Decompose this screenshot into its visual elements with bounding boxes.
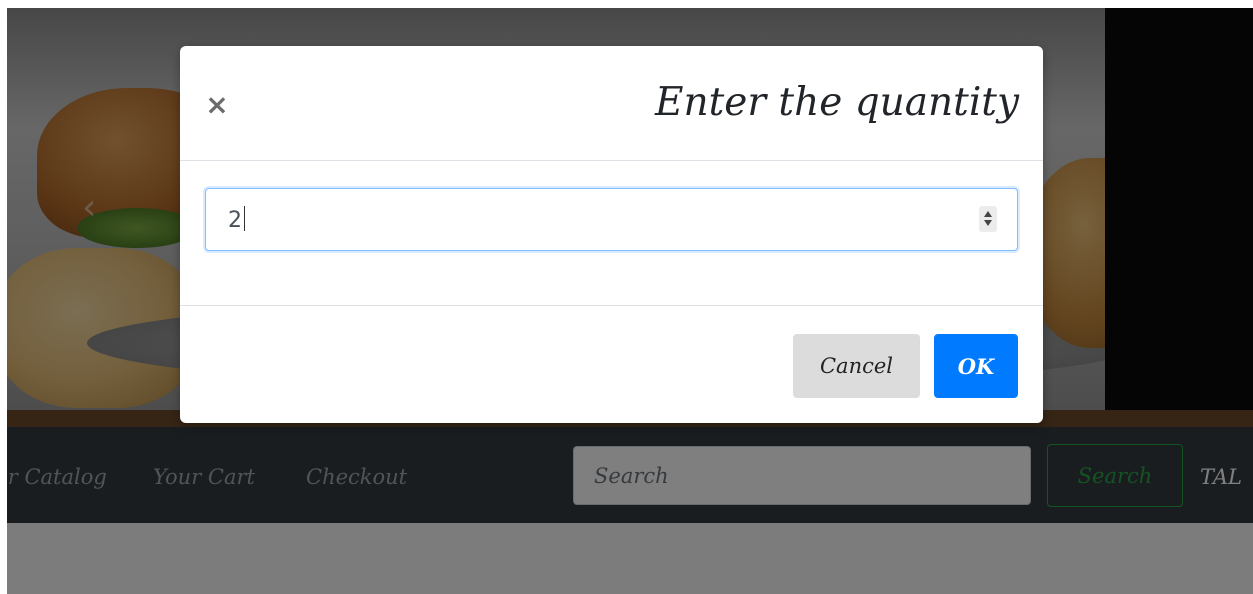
modal-footer: Cancel OK: [180, 306, 1043, 423]
quantity-modal: × Enter the quantity 2 Cancel OK: [180, 46, 1043, 423]
spinner-up-icon[interactable]: [984, 211, 992, 217]
close-icon[interactable]: ×: [202, 90, 232, 120]
quantity-value: 2: [228, 206, 245, 233]
modal-title: Enter the quantity: [655, 80, 1019, 125]
cancel-button[interactable]: Cancel: [793, 334, 920, 398]
modal-header: × Enter the quantity: [180, 46, 1043, 161]
ok-button[interactable]: OK: [934, 334, 1018, 398]
modal-body: 2: [180, 161, 1043, 306]
quantity-stepper[interactable]: [979, 206, 997, 232]
quantity-text: 2: [228, 208, 242, 233]
quantity-input[interactable]: 2: [205, 188, 1018, 251]
spinner-down-icon[interactable]: [984, 220, 992, 226]
text-caret: [244, 206, 245, 231]
